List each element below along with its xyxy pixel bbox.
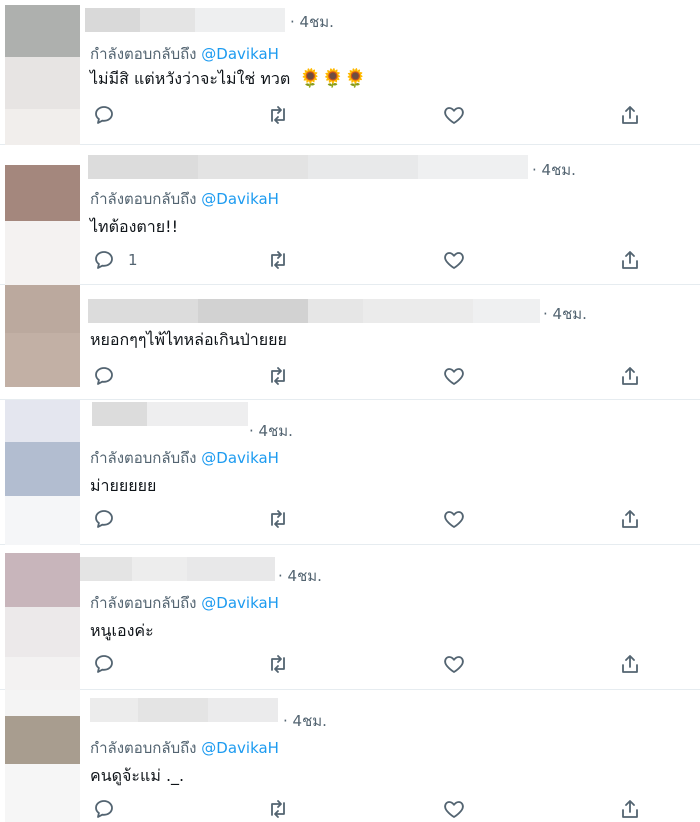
tweet-text: หนูเองค่ะ bbox=[90, 621, 154, 640]
retweet-icon bbox=[271, 510, 285, 528]
tweet-text-body: ไม่มีสิ แต่หวังว่าจะไม่ใช่ ทวต bbox=[90, 69, 291, 88]
tweet-actions bbox=[0, 651, 700, 677]
tweet[interactable]: · 4ชม. หยอกๆๆไพ้ไทหล่อเกินป่ายยย bbox=[0, 285, 700, 400]
share-button[interactable] bbox=[618, 247, 642, 273]
heart-icon bbox=[444, 656, 464, 673]
tweet-actions bbox=[0, 102, 700, 128]
share-icon bbox=[622, 367, 638, 385]
tweet[interactable]: · 4ชม. กำลังตอบกลับถึง @DavikaH ไทต้องตา… bbox=[0, 145, 700, 285]
tweet-text: ไม่มีสิ แต่หวังว่าจะไม่ใช่ ทวต 🌻🌻🌻 bbox=[90, 67, 367, 92]
like-button[interactable] bbox=[442, 796, 466, 822]
reply-icon bbox=[95, 106, 113, 124]
retweet-icon bbox=[271, 800, 285, 818]
share-icon bbox=[622, 510, 638, 528]
reply-button[interactable] bbox=[92, 651, 128, 677]
reply-button[interactable]: 1 bbox=[92, 247, 138, 273]
author-name-blurred[interactable] bbox=[88, 155, 528, 179]
tweet-timestamp[interactable]: · 4ชม. bbox=[283, 709, 327, 733]
tweet-timestamp[interactable]: · 4ชม. bbox=[249, 419, 293, 443]
heart-icon bbox=[444, 107, 464, 124]
share-button[interactable] bbox=[618, 651, 642, 677]
tweet-actions bbox=[0, 363, 700, 389]
reply-handle-link[interactable]: @DavikaH bbox=[201, 449, 279, 467]
retweet-button[interactable] bbox=[266, 796, 290, 822]
author-name-blurred[interactable] bbox=[80, 557, 275, 581]
reply-handle-link[interactable]: @DavikaH bbox=[201, 594, 279, 612]
retweet-button[interactable] bbox=[266, 247, 290, 273]
tweet[interactable]: · 4ชม. กำลังตอบกลับถึง @DavikaH ไม่มีสิ … bbox=[0, 0, 700, 145]
sunflower-icon: 🌻🌻🌻 bbox=[299, 68, 367, 89]
reply-button[interactable] bbox=[92, 363, 128, 389]
retweet-button[interactable] bbox=[266, 363, 290, 389]
reply-feed: · 4ชม. กำลังตอบกลับถึง @DavikaH ไม่มีสิ … bbox=[0, 0, 700, 822]
reply-icon bbox=[95, 251, 113, 269]
reply-icon bbox=[95, 367, 113, 385]
tweet[interactable]: · 4ชม. กำลังตอบกลับถึง @DavikaH ม่ายยยยย bbox=[0, 400, 700, 545]
reply-prefix: กำลังตอบกลับถึง bbox=[90, 45, 197, 63]
author-name-blurred[interactable] bbox=[92, 402, 248, 426]
share-icon bbox=[622, 800, 638, 818]
heart-icon bbox=[444, 368, 464, 385]
reply-icon bbox=[95, 800, 113, 818]
tweet-timestamp[interactable]: · 4ชม. bbox=[278, 564, 322, 588]
reply-button[interactable] bbox=[92, 506, 128, 532]
tweet-actions bbox=[0, 796, 700, 822]
author-name-blurred[interactable] bbox=[85, 8, 285, 32]
like-button[interactable] bbox=[442, 506, 466, 532]
reply-count: 1 bbox=[128, 251, 138, 269]
like-button[interactable] bbox=[442, 102, 466, 128]
tweet[interactable]: · 4ชม. กำลังตอบกลับถึง @DavikaH คนดูจ้ะแ… bbox=[0, 690, 700, 822]
like-button[interactable] bbox=[442, 363, 466, 389]
heart-icon bbox=[444, 252, 464, 269]
replying-to: กำลังตอบกลับถึง @DavikaH bbox=[90, 187, 279, 211]
retweet-icon bbox=[271, 251, 285, 269]
share-button[interactable] bbox=[618, 363, 642, 389]
replying-to: กำลังตอบกลับถึง @DavikaH bbox=[90, 591, 279, 615]
tweet-actions: 1 bbox=[0, 247, 700, 273]
reply-button[interactable] bbox=[92, 102, 128, 128]
share-icon bbox=[622, 655, 638, 673]
like-button[interactable] bbox=[442, 247, 466, 273]
tweet-text: ไทต้องตาย!! bbox=[90, 217, 178, 236]
author-name-blurred[interactable] bbox=[88, 299, 540, 323]
reply-button[interactable] bbox=[92, 796, 128, 822]
share-button[interactable] bbox=[618, 796, 642, 822]
replying-to: กำลังตอบกลับถึง @DavikaH bbox=[90, 42, 279, 66]
reply-handle-link[interactable]: @DavikaH bbox=[201, 190, 279, 208]
reply-prefix: กำลังตอบกลับถึง bbox=[90, 190, 197, 208]
tweet[interactable]: · 4ชม. กำลังตอบกลับถึง @DavikaH หนูเองค่… bbox=[0, 545, 700, 690]
heart-icon bbox=[444, 511, 464, 528]
retweet-icon bbox=[271, 367, 285, 385]
retweet-icon bbox=[271, 106, 285, 124]
like-button[interactable] bbox=[442, 651, 466, 677]
tweet-timestamp[interactable]: · 4ชม. bbox=[543, 302, 587, 326]
replying-to: กำลังตอบกลับถึง @DavikaH bbox=[90, 736, 279, 760]
reply-icon bbox=[95, 655, 113, 673]
retweet-button[interactable] bbox=[266, 506, 290, 532]
tweet-timestamp[interactable]: · 4ชม. bbox=[532, 158, 576, 182]
reply-handle-link[interactable]: @DavikaH bbox=[201, 45, 279, 63]
share-icon bbox=[622, 251, 638, 269]
tweet-text: หยอกๆๆไพ้ไทหล่อเกินป่ายยย bbox=[90, 330, 287, 349]
retweet-button[interactable] bbox=[266, 102, 290, 128]
replying-to: กำลังตอบกลับถึง @DavikaH bbox=[90, 446, 279, 470]
retweet-icon bbox=[271, 655, 285, 673]
reply-prefix: กำลังตอบกลับถึง bbox=[90, 594, 197, 612]
share-button[interactable] bbox=[618, 506, 642, 532]
reply-prefix: กำลังตอบกลับถึง bbox=[90, 449, 197, 467]
reply-prefix: กำลังตอบกลับถึง bbox=[90, 739, 197, 757]
heart-icon bbox=[444, 801, 464, 818]
share-button[interactable] bbox=[618, 102, 642, 128]
tweet-text: ม่ายยยยย bbox=[90, 476, 157, 495]
share-icon bbox=[622, 106, 638, 124]
tweet-actions bbox=[0, 506, 700, 532]
reply-handle-link[interactable]: @DavikaH bbox=[201, 739, 279, 757]
tweet-text: คนดูจ้ะแม่ ._. bbox=[90, 766, 185, 785]
reply-icon bbox=[95, 510, 113, 528]
tweet-timestamp[interactable]: · 4ชม. bbox=[290, 10, 334, 34]
retweet-button[interactable] bbox=[266, 651, 290, 677]
author-name-blurred[interactable] bbox=[90, 698, 278, 722]
